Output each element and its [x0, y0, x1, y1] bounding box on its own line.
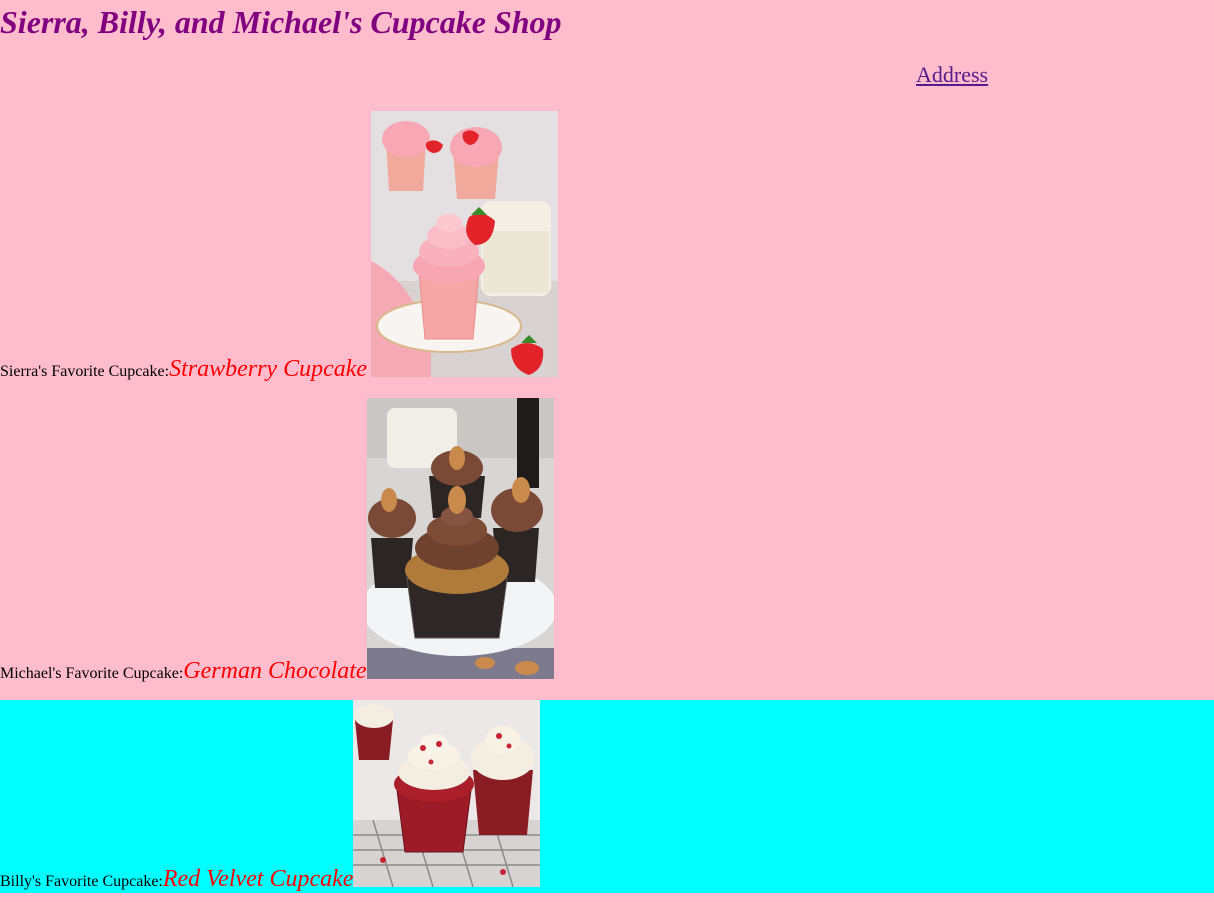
german-chocolate-cupcake-image [366, 398, 554, 679]
favorite-row-sierra: Sierra's Favorite Cupcake: Strawberry Cu… [0, 111, 559, 382]
red-velvet-cupcake-photo-icon [353, 700, 541, 887]
favorite-row-michael: Michael's Favorite Cupcake: German Choco… [0, 398, 554, 684]
favorite-cupcake-sierra: Strawberry Cupcake [169, 356, 368, 382]
favorite-label-sierra: Sierra's Favorite Cupcake: [0, 363, 170, 380]
favorite-cupcake-billy: Red Velvet Cupcake [162, 866, 354, 892]
strawberry-cupcake-photo-icon [371, 111, 559, 377]
page-title: Sierra, Billy, and Michael's Cupcake Sho… [0, 4, 562, 40]
favorite-label-billy: Billy's Favorite Cupcake: [0, 873, 163, 890]
red-velvet-cupcake-image [353, 700, 541, 887]
strawberry-cupcake-image [371, 111, 559, 377]
favorite-cupcake-michael: German Chocolate [183, 658, 367, 684]
address-link[interactable]: Address [916, 61, 988, 89]
favorite-row-billy: Billy's Favorite Cupcake: Red Velvet Cup… [0, 700, 541, 892]
german-chocolate-cupcake-photo-icon [366, 398, 554, 679]
favorite-label-michael: Michael's Favorite Cupcake: [0, 665, 184, 682]
